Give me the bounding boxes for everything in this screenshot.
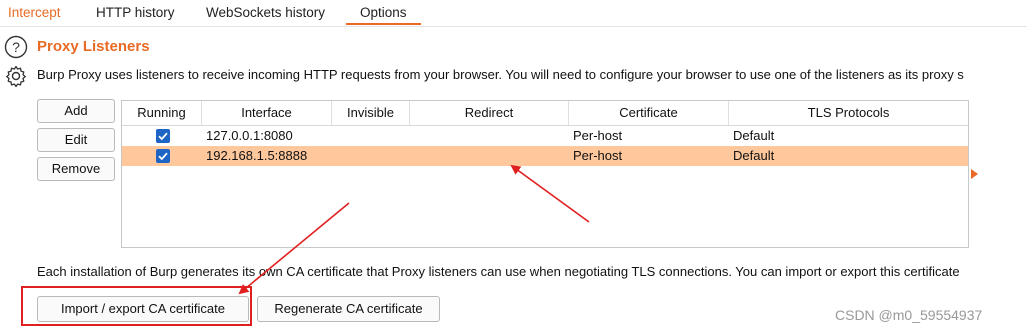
- annotation-arrows: [238, 164, 590, 295]
- annotation-arrow: [238, 202, 350, 295]
- watermark: CSDN @m0_59554937: [835, 307, 983, 323]
- annotation-arrow: [510, 164, 590, 223]
